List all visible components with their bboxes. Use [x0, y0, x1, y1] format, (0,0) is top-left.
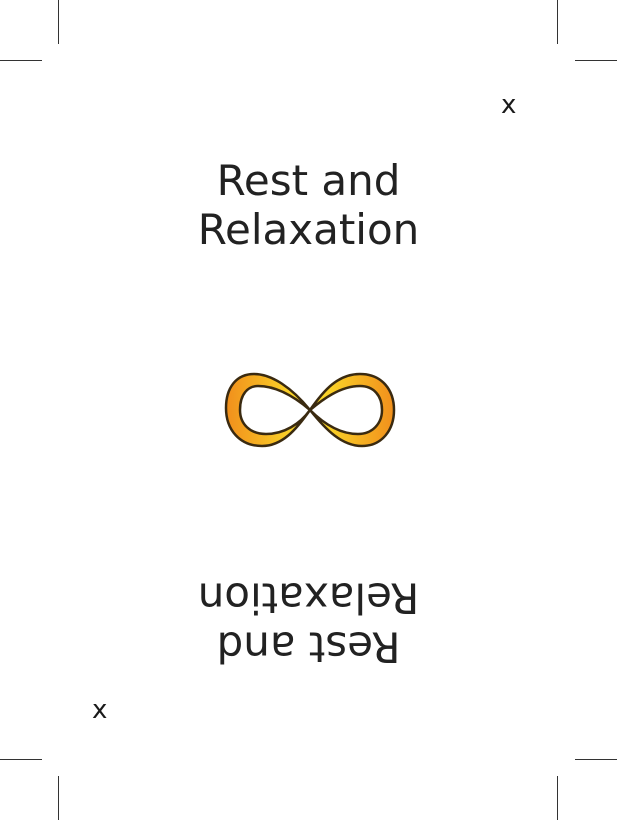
card-title: Rest and Relaxation [0, 156, 617, 254]
corner-mark-bottom-left: x [92, 695, 108, 725]
crop-mark-bottom-right-vertical [557, 776, 558, 820]
crop-mark-bottom-right-horizontal [575, 759, 617, 760]
crop-mark-top-left-horizontal [0, 60, 42, 61]
card-title-line-2: Relaxation [197, 205, 420, 255]
crop-mark-top-right-horizontal [575, 60, 617, 61]
card-title-line-1: Rest and [216, 156, 401, 205]
crop-mark-bottom-left-vertical [58, 776, 59, 820]
crop-mark-bottom-left-horizontal [0, 759, 42, 760]
card-title-inverted: Rest and Relaxation [0, 573, 617, 671]
corner-mark-top-right: x [501, 90, 517, 120]
card-title-inverted-line-1: Rest and [216, 622, 401, 672]
crop-mark-top-left-vertical [58, 0, 59, 44]
infinity-icon [222, 368, 398, 452]
card-title-inverted-line-2: Relaxation [197, 573, 420, 623]
crop-mark-top-right-vertical [557, 0, 558, 44]
